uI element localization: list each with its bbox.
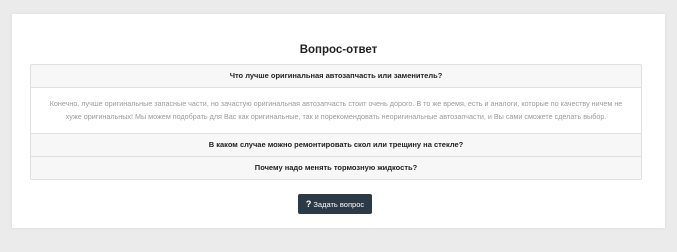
- faq-item: В каком случае можно ремонтировать скол …: [31, 133, 641, 156]
- faq-item: Почему надо менять тормозную жидкость?: [31, 156, 641, 179]
- faq-accordion: Что лучше оригинальная автозапчасть или …: [30, 64, 642, 180]
- question-icon: ?: [305, 199, 312, 209]
- page-title: Вопрос-ответ: [299, 44, 378, 56]
- faq-answer: Конечно, лучше оригинальные запасные час…: [31, 87, 641, 133]
- faq-item: Что лучше оригинальная автозапчасть или …: [31, 65, 641, 133]
- ask-question-label: Задать вопрос: [313, 199, 365, 209]
- faq-question[interactable]: Что лучше оригинальная автозапчасть или …: [31, 65, 641, 87]
- faq-question[interactable]: Почему надо менять тормозную жидкость?: [31, 157, 641, 179]
- faq-card: Вопрос-ответ Что лучше оригинальная авто…: [12, 14, 665, 228]
- ask-question-button[interactable]: ? Задать вопрос: [298, 194, 372, 214]
- faq-question[interactable]: В каком случае можно ремонтировать скол …: [31, 134, 641, 156]
